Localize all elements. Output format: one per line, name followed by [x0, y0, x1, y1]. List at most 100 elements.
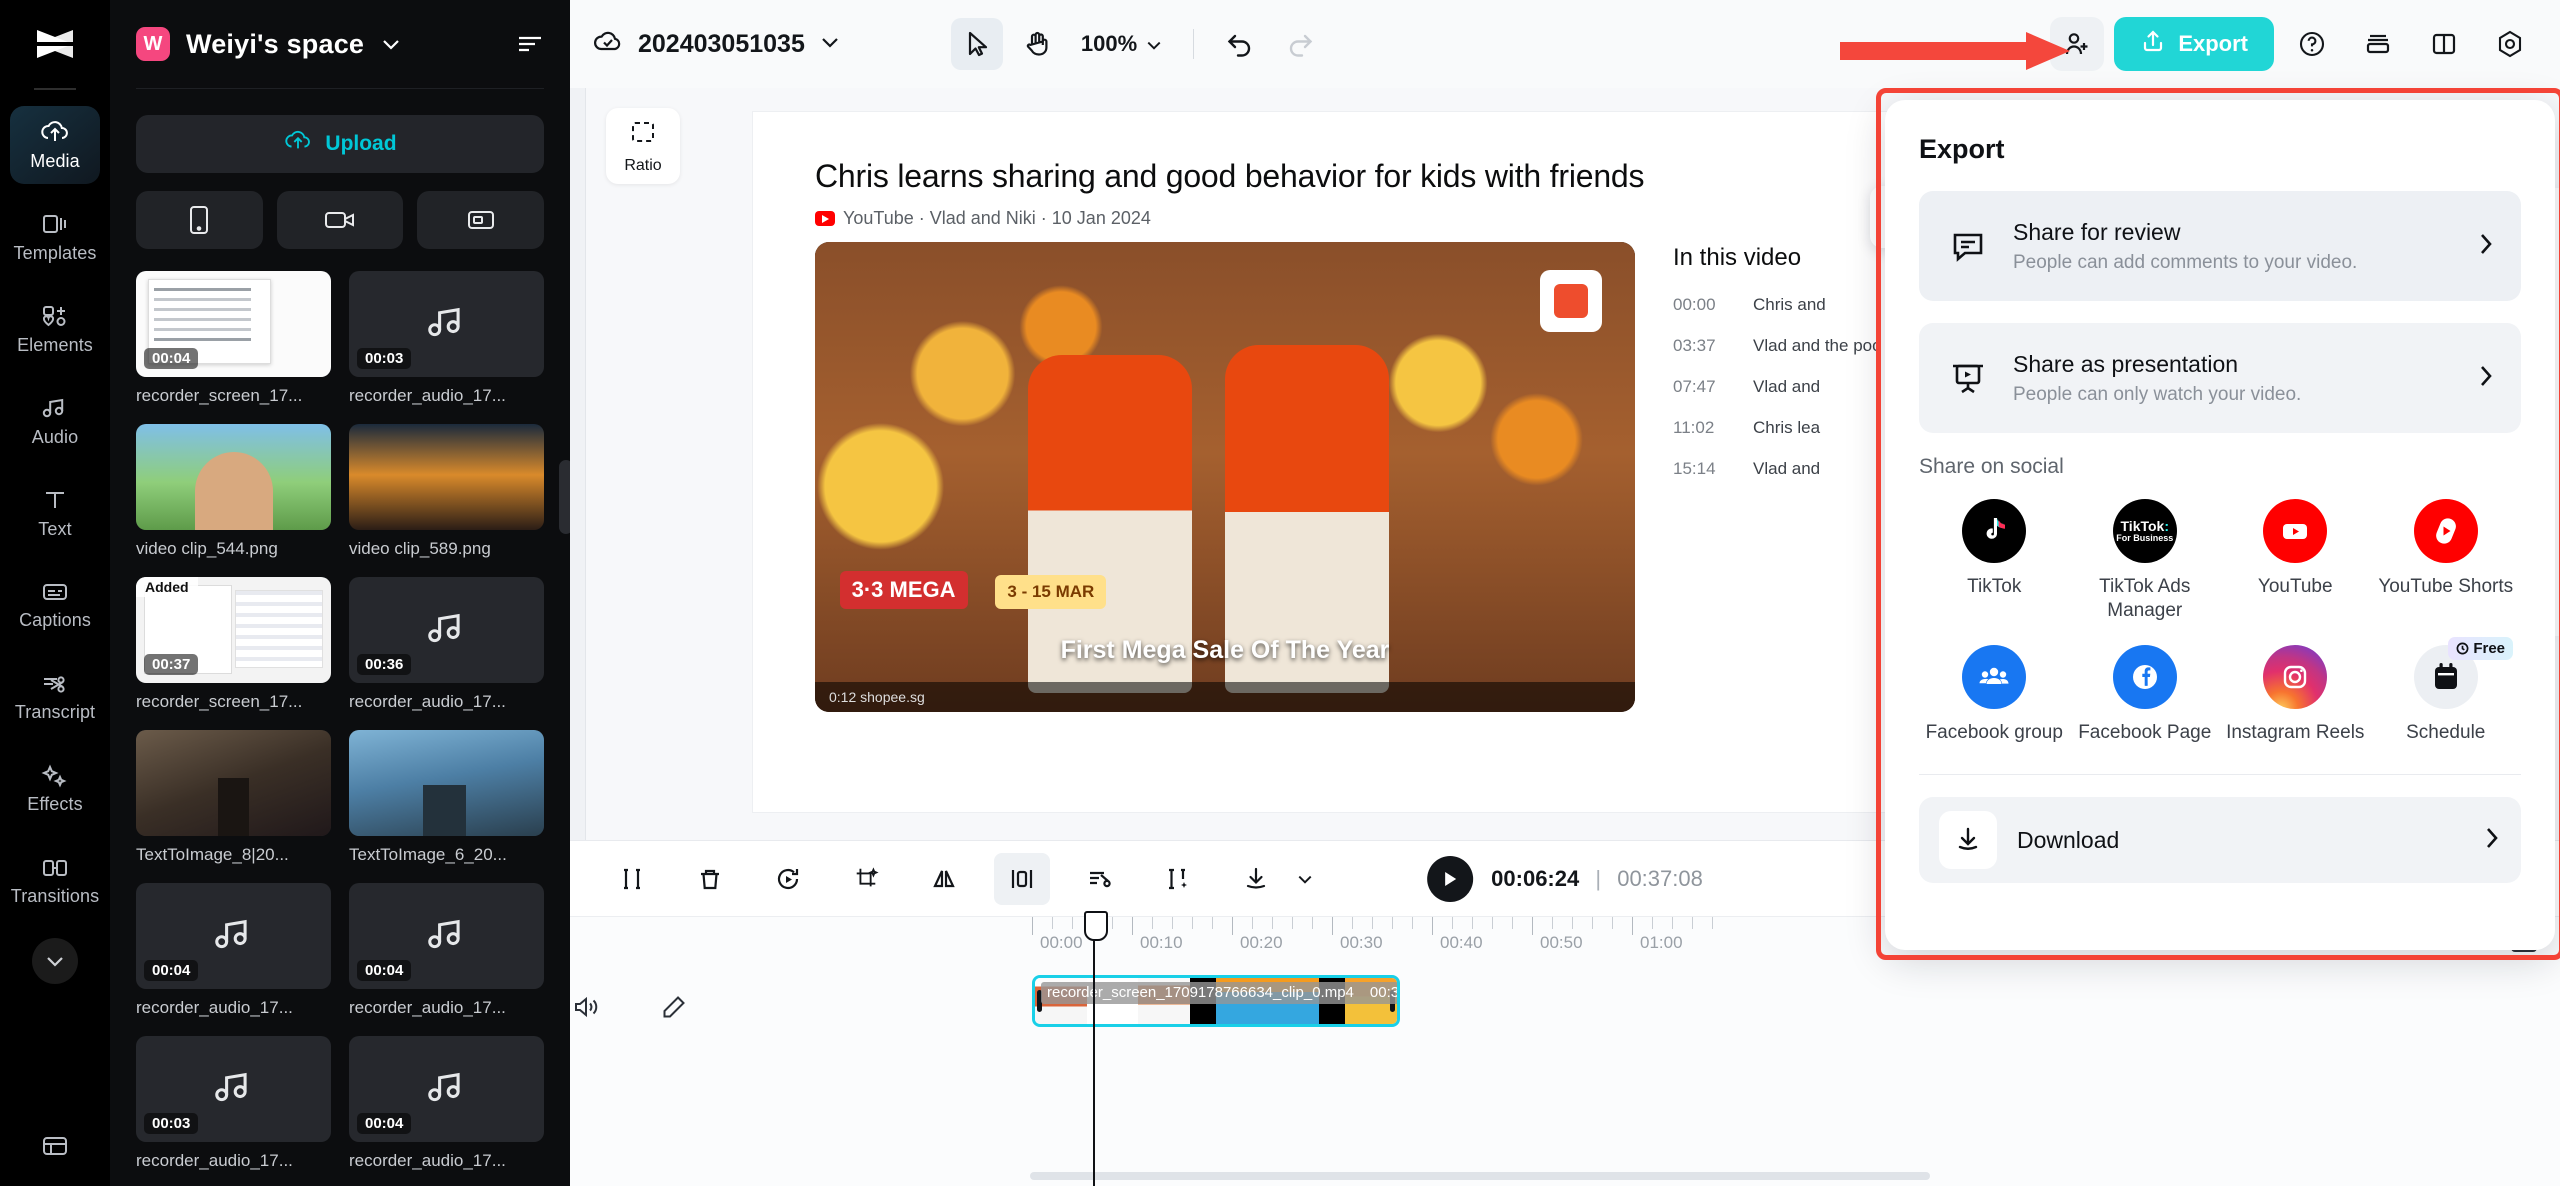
smart-split-button[interactable]: [1150, 853, 1206, 905]
media-item[interactable]: 00:03 recorder_audio_17...: [349, 271, 544, 406]
media-item[interactable]: video clip_589.png: [349, 424, 544, 559]
hand-icon[interactable]: [1011, 18, 1063, 70]
undo-icon[interactable]: [1214, 18, 1266, 70]
timeline-scrollbar[interactable]: [1030, 1172, 1930, 1180]
split-panel-icon[interactable]: [2416, 16, 2472, 72]
media-thumbnail[interactable]: [349, 730, 544, 836]
social-facebook-page[interactable]: Facebook Page: [2070, 645, 2221, 745]
phone-icon[interactable]: [136, 191, 263, 249]
screen-icon[interactable]: [417, 191, 544, 249]
media-item[interactable]: Added 00:37 recorder_screen_17...: [136, 577, 331, 712]
delete-clip-button[interactable]: [682, 853, 738, 905]
play-button[interactable]: [1427, 856, 1473, 902]
reverse-clip-button[interactable]: [760, 853, 816, 905]
media-thumbnail[interactable]: [136, 730, 331, 836]
freeze-frame-button[interactable]: [994, 853, 1050, 905]
media-item[interactable]: 00:04 recorder_audio_17...: [136, 883, 331, 1018]
media-item[interactable]: 00:03 recorder_audio_17...: [136, 1036, 331, 1171]
media-thumbnail[interactable]: 00:04: [349, 1036, 544, 1142]
media-thumbnail[interactable]: 00:04: [349, 883, 544, 989]
media-item[interactable]: video clip_544.png: [136, 424, 331, 559]
mirror-button[interactable]: [916, 853, 972, 905]
media-thumbnail[interactable]: 00:03: [136, 1036, 331, 1142]
media-thumbnail[interactable]: 00:04: [136, 883, 331, 989]
media-item[interactable]: 00:04 recorder_audio_17...: [349, 1036, 544, 1171]
sidebar-item-elements[interactable]: Elements: [10, 290, 100, 368]
social-tiktok[interactable]: TikTok: [1919, 499, 2070, 623]
media-item[interactable]: 00:04 recorder_audio_17...: [349, 883, 544, 1018]
panel-resize-handle[interactable]: [559, 460, 570, 534]
sidebar-item-media[interactable]: Media: [10, 106, 100, 184]
preview-caption: First Mega Sale Of The Year: [815, 636, 1635, 665]
sidebar-item-templates[interactable]: Templates: [10, 198, 100, 276]
timeline-playhead[interactable]: [1093, 917, 1095, 1186]
list-view-icon[interactable]: [516, 33, 544, 55]
share-for-review-row[interactable]: Share for review People can add comments…: [1919, 191, 2521, 301]
social-youtube[interactable]: YouTube: [2220, 499, 2371, 623]
timeline[interactable]: 00:00 00:10 00:20 00:30 00:40 00:50 01:0…: [570, 916, 2560, 1186]
media-thumbnail[interactable]: 00:03: [349, 271, 544, 377]
chevron-down-icon[interactable]: [380, 37, 402, 51]
sidebar-item-text[interactable]: Text: [10, 474, 100, 552]
media-thumbnail[interactable]: 00:04: [136, 271, 331, 377]
media-item[interactable]: TextToImage_6_20...: [349, 730, 544, 865]
stage-left-gutter: [570, 88, 586, 840]
project-name[interactable]: 202403051035: [638, 30, 805, 59]
social-label: TikTok Ads Manager: [2070, 575, 2221, 623]
sidebar-item-audio[interactable]: Audio: [10, 382, 100, 460]
media-item[interactable]: TextToImage_8|20...: [136, 730, 331, 865]
pencil-icon[interactable]: [658, 979, 690, 1035]
youtube-icon: [815, 211, 835, 226]
upload-button[interactable]: Upload: [136, 115, 544, 173]
social-tiktok-ads[interactable]: TikTok: For Business TikTok Ads Manager: [2070, 499, 2221, 623]
auto-cut-button[interactable]: [1072, 853, 1128, 905]
export-button[interactable]: Export: [2114, 17, 2274, 71]
sidebar-item-effects[interactable]: Effects: [10, 750, 100, 828]
media-thumbnail[interactable]: Added 00:37: [136, 577, 331, 683]
media-thumbnail[interactable]: [136, 424, 331, 530]
chevron-down-icon[interactable]: [819, 35, 841, 54]
redo-icon[interactable]: [1274, 18, 1326, 70]
instagram-icon: [2263, 645, 2327, 709]
stack-icon[interactable]: [2350, 16, 2406, 72]
clip-body[interactable]: recorder_screen_1709178766634_clip_0.mp4…: [1032, 975, 1400, 1027]
crop-button[interactable]: [838, 853, 894, 905]
ruler-label: 00:40: [1440, 933, 1483, 953]
cursor-arrow-icon[interactable]: [951, 18, 1003, 70]
social-instagram-reels[interactable]: Instagram Reels: [2220, 645, 2371, 745]
social-label: YouTube: [2258, 575, 2333, 599]
chevron-down-icon[interactable]: [32, 938, 78, 984]
question-circle-icon[interactable]: [2284, 16, 2340, 72]
sidebar-item-captions[interactable]: Captions: [10, 566, 100, 644]
timeline-clip[interactable]: recorder_screen_1709178766634_clip_0.mp4…: [1032, 975, 1400, 1027]
download-clip-button[interactable]: [1228, 853, 1284, 905]
sidebar-item-transcript[interactable]: Transcript: [10, 658, 100, 736]
media-item[interactable]: 00:04 recorder_screen_17...: [136, 271, 331, 406]
capcut-logo-icon[interactable]: [27, 22, 83, 74]
share-as-presentation-row[interactable]: Share as presentation People can only wa…: [1919, 323, 2521, 433]
volume-icon[interactable]: [570, 979, 602, 1035]
social-label: Instagram Reels: [2226, 721, 2364, 745]
hex-settings-icon[interactable]: [2482, 16, 2538, 72]
sidebar-item-transitions[interactable]: Transitions: [10, 842, 100, 920]
split-clip-button[interactable]: [604, 853, 660, 905]
social-schedule[interactable]: Free Schedule: [2371, 645, 2522, 745]
grid-apps-icon[interactable]: [40, 1133, 70, 1164]
chevron-right-icon: [2483, 824, 2501, 857]
row-title: Share as presentation: [2013, 351, 2301, 378]
added-badge: Added: [136, 577, 198, 597]
social-youtube-shorts[interactable]: YouTube Shorts: [2371, 499, 2522, 623]
media-filename: recorder_audio_17...: [349, 692, 544, 712]
zoom-level-selector[interactable]: 100%: [1071, 31, 1173, 57]
media-item[interactable]: 00:36 recorder_audio_17...: [349, 577, 544, 712]
media-thumbnail[interactable]: 00:36: [349, 577, 544, 683]
camera-icon[interactable]: [277, 191, 404, 249]
chevron-down-icon[interactable]: [1290, 853, 1320, 905]
music-note-icon: [425, 1067, 469, 1112]
ratio-button[interactable]: Ratio: [606, 108, 680, 184]
social-facebook-group[interactable]: Facebook group: [1919, 645, 2070, 745]
workspace-name[interactable]: Weiyi's space: [186, 29, 364, 60]
social-label: Schedule: [2406, 721, 2485, 745]
download-row[interactable]: Download: [1919, 797, 2521, 883]
media-thumbnail[interactable]: [349, 424, 544, 530]
